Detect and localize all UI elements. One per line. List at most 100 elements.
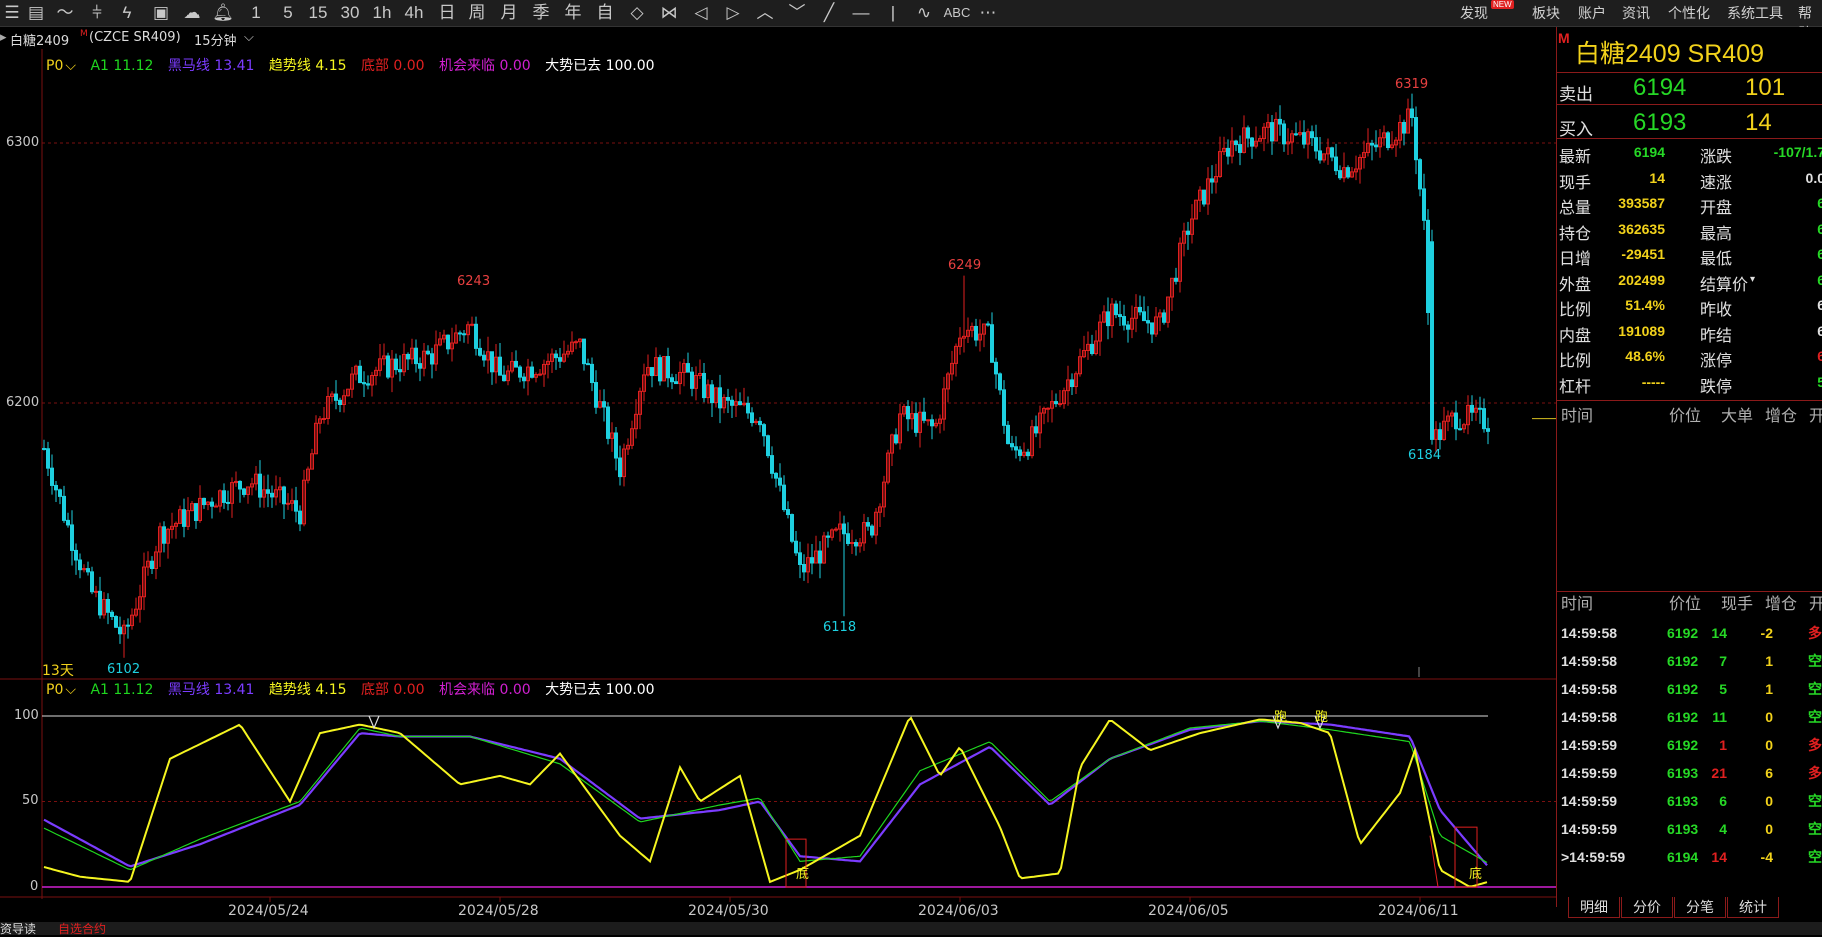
- candle-body: [574, 341, 578, 344]
- candle-body: [1174, 277, 1178, 282]
- menu-discover[interactable]: 发现: [1460, 3, 1488, 23]
- tick-row[interactable]: >14:59:59 6194 14 -4 空: [1557, 843, 1822, 871]
- tick-direction: 空: [1808, 793, 1822, 809]
- period-season[interactable]: 季: [530, 2, 552, 24]
- draw-line-icon[interactable]: ╱: [818, 2, 840, 24]
- tick-row[interactable]: 14:59:59 6193 4 0 空: [1557, 815, 1822, 843]
- tick-time: 14:59:58: [1561, 625, 1618, 641]
- tick-row[interactable]: 14:59:59 6193 6 0 空: [1557, 787, 1822, 815]
- period-day[interactable]: 日: [436, 2, 458, 24]
- move-left-icon[interactable]: ◁: [690, 2, 712, 24]
- legend-trend-gone: 大势已去 100.00: [545, 682, 655, 698]
- move-right-icon[interactable]: ▷: [722, 2, 744, 24]
- tab-tick[interactable]: 分笔: [1674, 897, 1726, 918]
- tick-row[interactable]: 14:59:58 6192 5 1 空: [1557, 675, 1822, 703]
- buy-label: 买入: [1559, 120, 1593, 139]
- zoom-out-icon[interactable]: ⋈: [658, 2, 680, 24]
- quote-list-icon[interactable]: ☰: [2, 2, 22, 24]
- cloud-icon[interactable]: ☁: [180, 2, 204, 24]
- tick-row[interactable]: 14:59:58 6192 7 1 空: [1557, 647, 1822, 675]
- buy-price[interactable]: 6193: [1633, 109, 1686, 137]
- flash-icon[interactable]: ϟ: [116, 2, 138, 24]
- indicator-name[interactable]: P0: [46, 682, 63, 698]
- candle-body: [922, 411, 926, 421]
- tick-price: 6192: [1667, 625, 1699, 641]
- tick-oi-change: 0: [1765, 793, 1773, 809]
- menu-personalize[interactable]: 个性化: [1668, 3, 1710, 23]
- candle-body: [1246, 127, 1250, 139]
- scroll-down-icon[interactable]: ﹀: [786, 2, 808, 24]
- tick-time: >14:59:59: [1561, 849, 1626, 865]
- quote-value: 362635: [1618, 220, 1665, 237]
- a1-line: [43, 720, 1488, 871]
- candle-body: [702, 372, 706, 399]
- candle-body: [338, 399, 342, 406]
- tick-row[interactable]: 14:59:59 6193 21 6 多: [1557, 759, 1822, 787]
- status-watchlist[interactable]: 自选合约: [58, 920, 106, 937]
- chevron-down-icon[interactable]: ⌵: [65, 682, 76, 698]
- zoom-in-icon[interactable]: ◇: [626, 2, 648, 24]
- tick-oi-change: 0: [1765, 821, 1773, 837]
- indicator-name[interactable]: P0: [46, 58, 63, 74]
- big-order-header: 时间 价位 大单 增仓 开: [1557, 403, 1822, 431]
- tab-detail[interactable]: 明细: [1568, 897, 1620, 918]
- tick-row[interactable]: 14:59:59 6192 1 0 多: [1557, 731, 1822, 759]
- chevron-down-icon[interactable]: ⌵: [244, 30, 254, 45]
- period-select[interactable]: 15分钟: [194, 30, 237, 49]
- signal-run: 跑: [1274, 710, 1288, 725]
- line-chart-icon[interactable]: 〜: [54, 2, 76, 24]
- tab-statistics[interactable]: 统计: [1727, 897, 1779, 918]
- period-5[interactable]: 5: [278, 2, 298, 24]
- period-1[interactable]: 1: [246, 2, 266, 24]
- candle-icon[interactable]: ⫩: [86, 2, 108, 24]
- period-4h[interactable]: 4h: [402, 2, 426, 24]
- period-30[interactable]: 30: [338, 2, 362, 24]
- date-label: 2024/06/05: [1148, 903, 1229, 919]
- tick-row[interactable]: 14:59:58 6192 14 -2 多: [1557, 619, 1822, 647]
- tab-price-distribution[interactable]: 分价: [1621, 897, 1673, 918]
- candle-body: [1186, 230, 1190, 235]
- kline-chart[interactable]: [0, 49, 1556, 922]
- symbol-name[interactable]: 白糖2409: [10, 30, 69, 49]
- quote-value: 6: [1733, 195, 1822, 211]
- scroll-up-icon[interactable]: ︿: [754, 2, 776, 24]
- period-month[interactable]: 月: [498, 2, 520, 24]
- table-icon[interactable]: ▤: [26, 2, 46, 24]
- candle-body: [1250, 137, 1254, 147]
- wave-icon[interactable]: ∿: [912, 2, 936, 24]
- candle-body: [42, 448, 46, 450]
- panel-icon[interactable]: ▣: [150, 2, 172, 24]
- candle-body: [986, 323, 990, 326]
- period-15[interactable]: 15: [306, 2, 330, 24]
- legend-trend: 趋势线 4.15: [268, 682, 347, 698]
- menu-sector[interactable]: 板块: [1532, 3, 1560, 23]
- quote-panel: M 白糖2409 SR409 卖出 6194 101 买入 6193 14 最新…: [1556, 27, 1822, 907]
- menu-system-tools[interactable]: 系统工具: [1727, 3, 1783, 23]
- menu-account[interactable]: 账户: [1578, 3, 1606, 23]
- bell-icon[interactable]: 🔔︎: [212, 2, 234, 24]
- quote-label: 最低: [1700, 251, 1733, 268]
- menu-help[interactable]: 帮助: [1798, 3, 1822, 41]
- candle-body: [114, 616, 118, 628]
- more-icon[interactable]: ⋯: [976, 2, 1000, 24]
- tick-row[interactable]: 14:59:58 6192 11 0 空: [1557, 703, 1822, 731]
- text-tool[interactable]: ABC: [942, 2, 972, 24]
- horizontal-line-icon[interactable]: —: [850, 2, 872, 24]
- candle-body: [762, 424, 766, 437]
- period-week[interactable]: 周: [466, 2, 488, 24]
- vertical-line-icon[interactable]: |: [882, 2, 904, 24]
- tick-price: 6194: [1667, 849, 1699, 865]
- candle-body: [1430, 241, 1434, 440]
- sell-price[interactable]: 6194: [1633, 74, 1686, 102]
- menu-news[interactable]: 资讯: [1622, 3, 1650, 23]
- candle-body: [298, 510, 302, 525]
- quote-value: 48.6%: [1625, 348, 1665, 364]
- period-1h[interactable]: 1h: [370, 2, 394, 24]
- quote-value: 6: [1733, 246, 1822, 262]
- tick-time: 14:59:58: [1561, 681, 1618, 697]
- period-year[interactable]: 年: [562, 2, 584, 24]
- candle-body: [502, 374, 506, 382]
- status-left[interactable]: 资导读: [0, 920, 36, 937]
- period-custom[interactable]: 自: [594, 2, 616, 24]
- chevron-down-icon[interactable]: ⌵: [65, 58, 76, 74]
